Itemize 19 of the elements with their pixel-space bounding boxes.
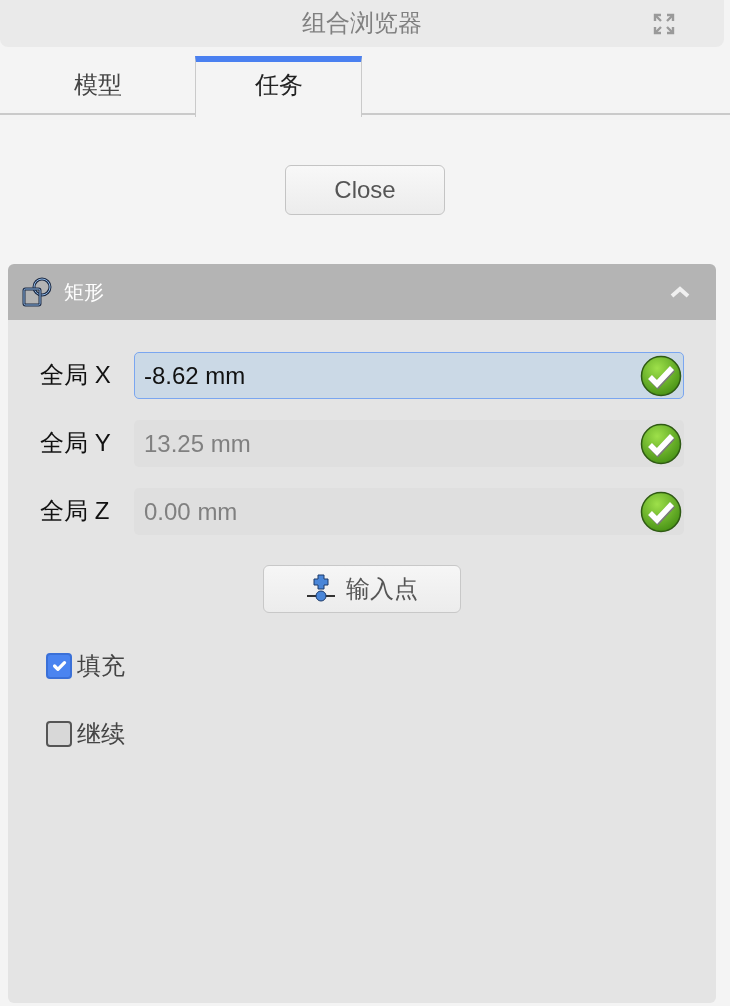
rectangle-circle-icon [22,277,52,307]
window-title: 组合浏览器 [302,9,422,38]
input-field[interactable]: -8.62 mm [134,352,684,399]
checkbox[interactable] [46,721,72,747]
input-point-button[interactable]: 输入点 [263,565,461,613]
check-icon [640,354,682,397]
tab[interactable]: 任务 [195,56,362,117]
close-button[interactable]: Close [285,165,445,215]
point-icon [306,574,336,604]
checkbox[interactable] [46,653,72,679]
panel-title: 矩形 [64,280,104,304]
checkbox-label[interactable]: 填充 [77,651,125,681]
check-icon [640,422,682,465]
field-label: 全局 X [40,361,112,390]
check-icon [640,490,682,533]
tab[interactable]: 模型 [0,56,195,115]
field-label: 全局 Y [40,429,112,458]
field-label: 全局 Z [40,497,111,526]
checkbox-label[interactable]: 继续 [77,719,125,749]
